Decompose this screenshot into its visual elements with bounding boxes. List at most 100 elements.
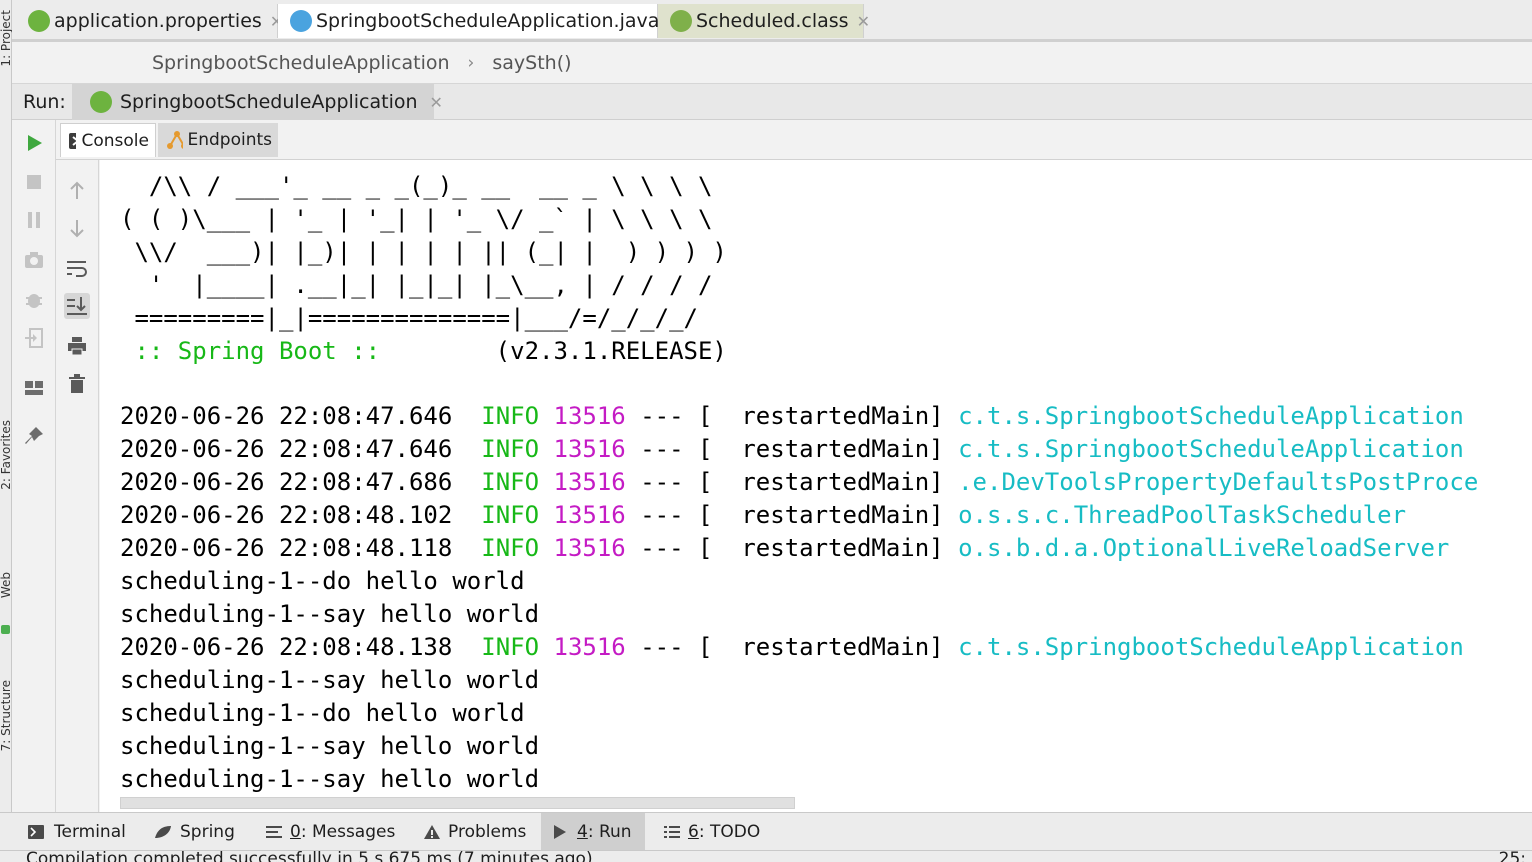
dump-threads-button[interactable]: [22, 248, 46, 272]
breadcrumb-method[interactable]: saySth(): [492, 52, 571, 74]
trash-icon: [69, 374, 85, 393]
log-logger: c.t.s.SpringbootScheduleApplication: [958, 435, 1464, 463]
run-config-tab[interactable]: SpringbootScheduleApplication ✕: [72, 84, 443, 120]
output-line: scheduling-1--do hello world: [120, 567, 525, 595]
tab-endpoints[interactable]: Endpoints: [158, 123, 278, 157]
annotation-icon: [670, 10, 692, 32]
editor-tab-label: Scheduled.class: [696, 10, 849, 32]
status-message[interactable]: Compilation completed successfully in 5 …: [26, 851, 593, 862]
breadcrumb: SpringbootScheduleApplication › saySth(): [12, 42, 1532, 84]
log-timestamp: 2020-06-26 22:08:47.646: [120, 402, 453, 430]
tool-window-label: Spring: [180, 822, 235, 842]
run-icon: [554, 825, 566, 839]
log-logger: c.t.s.SpringbootScheduleApplication: [958, 633, 1464, 661]
banner-line: ' |____| .__|_| |_|_| |_\__, | / / / /: [120, 271, 713, 299]
tool-window-mnemonic: 6: [688, 822, 699, 842]
run-sub-tabs: Console Endpoints: [56, 120, 1532, 160]
run-config-label: SpringbootScheduleApplication: [120, 91, 418, 113]
tool-window-label: Problems: [448, 822, 527, 842]
tool-window-messages[interactable]: 0: Messages: [254, 813, 407, 851]
breadcrumb-separator: ›: [467, 52, 475, 73]
stop-button[interactable]: [22, 170, 46, 194]
output-line: scheduling-1--say hello world: [120, 732, 540, 760]
tool-window-terminal[interactable]: Terminal: [16, 813, 138, 851]
pin-tab-button[interactable]: [22, 424, 46, 448]
print-button[interactable]: [64, 333, 90, 359]
breadcrumb-class[interactable]: SpringbootScheduleApplication: [152, 52, 450, 74]
exit-button[interactable]: [22, 326, 46, 350]
caret-position[interactable]: 25:: [1499, 851, 1526, 862]
log-thread: --- [ restartedMain]: [625, 402, 959, 430]
up-stack-button[interactable]: [64, 177, 90, 203]
console-icon: [69, 132, 76, 149]
clear-all-button[interactable]: [64, 371, 90, 397]
stop-icon: [27, 175, 41, 189]
left-tool-stripe: 1: Project 2: Favorites Web 7: Structure: [0, 0, 13, 812]
console-toolbar: [56, 160, 99, 812]
log-pid: 13516: [553, 501, 626, 529]
log-line: 2020-06-26 22:08:47.646 INFO 13516 --- […: [120, 433, 1464, 466]
pause-icon: [28, 212, 40, 228]
spring-boot-label: :: Spring Boot ::: [120, 337, 482, 365]
log-logger: o.s.b.d.a.OptionalLiveReloadServer: [958, 534, 1450, 562]
banner-line: /\\ / ___'_ __ _ _(_)_ __ __ _ \ \ \ \: [120, 172, 713, 200]
log-line: 2020-06-26 22:08:48.138 INFO 13516 --- […: [120, 631, 1464, 664]
output-line: scheduling-1--say hello world: [120, 600, 540, 628]
tool-window-label: : Messages: [300, 822, 396, 842]
tool-window-bar: Terminal Spring 0: Messages Problems 4: …: [0, 812, 1532, 851]
run-panel-header: Run: SpringbootScheduleApplication ✕: [12, 84, 1532, 120]
editor-tab-springboot-schedule-application[interactable]: SpringbootScheduleApplication.java ✕: [278, 4, 681, 38]
tab-console[interactable]: Console: [60, 123, 156, 157]
log-line: 2020-06-26 22:08:48.102 INFO 13516 --- […: [120, 499, 1406, 532]
todo-list-icon: [664, 826, 680, 838]
ide-window: 1: Project 2: Favorites Web 7: Structure…: [0, 0, 1532, 862]
log-line: 2020-06-26 22:08:48.118 INFO 13516 --- […: [120, 532, 1449, 565]
spring-leaf-icon: [28, 10, 50, 32]
pause-button[interactable]: [22, 208, 46, 232]
print-icon: [68, 337, 86, 356]
output-line: scheduling-1--do hello world: [120, 699, 525, 727]
close-icon[interactable]: ✕: [430, 93, 443, 112]
log-timestamp: 2020-06-26 22:08:48.102: [120, 501, 453, 529]
log-pid: 13516: [553, 534, 626, 562]
log-pid: 13516: [553, 402, 626, 430]
log-thread: --- [ restartedMain]: [625, 501, 959, 529]
web-icon: [1, 625, 10, 634]
log-level: INFO: [481, 435, 540, 463]
tool-window-problems[interactable]: Problems: [412, 813, 538, 851]
run-action-toolbar: [12, 120, 56, 812]
editor-tab-application-properties[interactable]: application.properties ✕: [16, 4, 283, 38]
log-timestamp: 2020-06-26 22:08:47.646: [120, 435, 453, 463]
close-icon[interactable]: ✕: [857, 12, 870, 31]
log-timestamp: 2020-06-26 22:08:47.686: [120, 468, 453, 496]
log-level: INFO: [481, 402, 540, 430]
layout-icon: [25, 381, 43, 395]
tool-window-todo[interactable]: 6: TODO: [652, 813, 772, 851]
arrow-up-icon: [70, 181, 84, 199]
down-stack-button[interactable]: [64, 216, 90, 242]
log-pid: 13516: [553, 468, 626, 496]
log-logger: c.t.s.SpringbootScheduleApplication: [958, 402, 1464, 430]
restore-layout-button[interactable]: [22, 376, 46, 400]
pin-icon: [25, 427, 43, 444]
spring-boot-version-line: :: Spring Boot :: (v2.3.1.RELEASE): [120, 335, 726, 368]
log-logger: o.s.s.c.ThreadPoolTaskScheduler: [958, 501, 1407, 529]
bug-icon: [26, 294, 42, 308]
editor-tab-scheduled-class[interactable]: Scheduled.class ✕: [658, 4, 870, 38]
log-thread: --- [ restartedMain]: [625, 435, 959, 463]
endpoints-icon: [167, 131, 184, 149]
debug-button[interactable]: [22, 288, 46, 312]
console-output[interactable]: /\\ / ___'_ __ _ _(_)_ __ __ _ \ \ \ \ (…: [100, 160, 1532, 812]
tool-window-spring[interactable]: Spring: [142, 813, 247, 851]
spring-leaf-icon: [155, 826, 171, 838]
terminal-icon: [28, 825, 44, 839]
rerun-button[interactable]: [22, 131, 46, 155]
scroll-to-end-button[interactable]: [64, 293, 90, 319]
horizontal-scrollbar[interactable]: [120, 797, 795, 809]
tool-window-run[interactable]: 4: Run: [541, 813, 645, 851]
log-timestamp: 2020-06-26 22:08:48.118: [120, 534, 453, 562]
exit-icon: [25, 328, 43, 348]
camera-icon: [25, 252, 43, 268]
tool-window-mnemonic: 4: [577, 822, 588, 842]
soft-wrap-button[interactable]: [64, 255, 90, 281]
